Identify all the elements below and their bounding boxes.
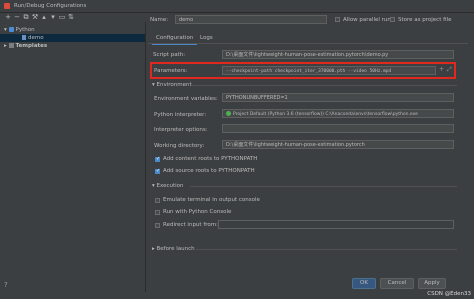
section-divider (190, 186, 457, 187)
wrench-icon (8, 43, 14, 48)
before-launch-section[interactable]: ▸ Before launch (152, 246, 457, 252)
emulate-terminal-label: Emulate terminal in output console (163, 197, 260, 203)
section-divider (192, 85, 457, 86)
env-vars-field[interactable]: PYTHONUNBUFFERED=1 (222, 93, 454, 102)
arrow-up-icon[interactable]: ▴ (40, 13, 48, 21)
script-path-label: Script path: (153, 52, 186, 58)
section-divider (196, 249, 457, 250)
emulate-terminal-checkbox[interactable] (155, 198, 160, 203)
environment-section[interactable]: ▾ Environment (152, 82, 457, 88)
ok-button[interactable]: OK (352, 278, 376, 289)
execution-section[interactable]: ▾ Execution (152, 183, 457, 189)
parameters-label: Parameters: (154, 68, 188, 74)
tree-item-templates[interactable]: ▸ Templates (0, 42, 149, 50)
config-tree: ▾ Python demo ▸ Templates (0, 22, 146, 292)
working-dir-label: Working directory: (154, 143, 205, 149)
add-icon[interactable]: + (4, 13, 12, 21)
remove-icon[interactable]: − (13, 13, 21, 21)
add-content-roots-checkbox[interactable] (155, 156, 160, 162)
macro-icon[interactable]: ⤢ (447, 66, 452, 74)
tree-toolbar: + − ⧉ ⚒ ▴ ▾ ▭ ⇅ (0, 12, 145, 22)
interpreter-options-field[interactable] (222, 124, 454, 133)
tabs-divider (148, 43, 468, 44)
allow-parallel-checkbox[interactable] (335, 17, 340, 22)
arrow-down-icon[interactable]: ▾ (49, 13, 57, 21)
interpreter-options-label: Interpreter options: (154, 127, 208, 133)
help-icon[interactable]: ? (4, 281, 8, 289)
parameters-field[interactable]: --checkpoint-path checkpoint_iter_370000… (222, 66, 436, 75)
run-with-console-checkbox[interactable] (155, 210, 160, 215)
python-file-icon (22, 35, 26, 40)
interpreter-label: Python interpreter: (154, 112, 207, 118)
window-title: Run/Debug Configurations (14, 3, 87, 9)
expand-icon[interactable]: + (439, 66, 444, 73)
working-dir-field[interactable]: D:\桌面文件\lightweight-human-pose-estimatio… (222, 140, 454, 149)
tree-item-python[interactable]: ▾ Python (0, 26, 149, 34)
add-source-roots-label: Add source roots to PYTHONPATH (163, 168, 255, 174)
watermark: CSDN @Eden33 (427, 291, 471, 297)
chevron-down-icon: ▾ (4, 27, 9, 33)
allow-parallel-label: Allow parallel run (343, 17, 391, 23)
interpreter-select[interactable]: Project Default (Python 3.6 (tensorflow)… (222, 109, 454, 118)
tree-item-demo[interactable]: demo (0, 34, 145, 42)
add-source-roots-checkbox[interactable] (155, 168, 160, 174)
add-content-roots-label: Add content roots to PYTHONPATH (163, 156, 258, 162)
apply-button[interactable]: Apply (418, 278, 446, 289)
python-sdk-icon (226, 111, 231, 116)
run-with-console-label: Run with Python Console (163, 209, 232, 215)
app-icon (4, 3, 10, 9)
wrench-icon[interactable]: ⚒ (31, 13, 39, 21)
env-vars-label: Environment variables: (154, 96, 218, 102)
store-as-file-checkbox[interactable] (390, 17, 395, 22)
name-label: Name: (150, 17, 169, 23)
store-as-file-label: Store as project file (398, 17, 452, 23)
redirect-input-label: Redirect input from: (163, 222, 218, 228)
redirect-input-checkbox[interactable] (155, 223, 160, 228)
redirect-input-field[interactable] (218, 220, 454, 229)
sort-icon[interactable]: ⇅ (67, 13, 75, 21)
folder-icon[interactable]: ▭ (58, 13, 66, 21)
cancel-button[interactable]: Cancel (380, 278, 414, 289)
python-icon (8, 27, 14, 32)
name-field[interactable]: demo (175, 15, 327, 24)
tab-logs[interactable]: Logs (196, 34, 217, 43)
script-path-field[interactable]: D:\桌面文件\lightweight-human-pose-estimatio… (222, 50, 454, 59)
copy-icon[interactable]: ⧉ (22, 13, 30, 21)
